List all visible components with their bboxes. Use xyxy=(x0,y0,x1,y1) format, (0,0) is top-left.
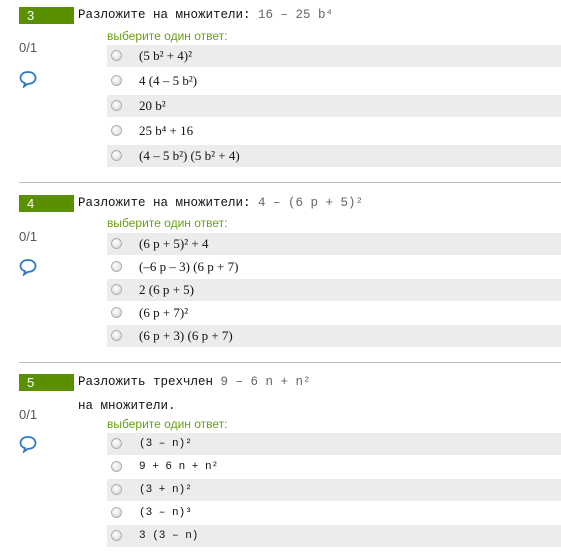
radio-button[interactable] xyxy=(111,438,122,449)
divider xyxy=(19,362,561,363)
question-expression: 4 – (6 p + 5)² xyxy=(258,196,364,210)
question-expression: 9 – 6 n + n² xyxy=(220,375,311,389)
option-label: 3 (3 – n) xyxy=(139,530,199,542)
radio-button[interactable] xyxy=(111,150,122,161)
option-label: 25 b⁴ + 16 xyxy=(139,123,194,138)
radio-button[interactable] xyxy=(111,530,122,541)
answer-option[interactable]: 3 (3 – n) xyxy=(107,525,561,547)
option-label: (–6 p – 3) (6 p + 7) xyxy=(139,259,239,274)
answer-option[interactable]: 20 b² xyxy=(107,95,561,117)
answer-prompt: выберите один ответ: xyxy=(107,417,228,431)
answer-option[interactable]: 9 + 6 n + n² xyxy=(107,456,561,478)
question-text: Разложить трехчлен 9 – 6 n + n² xyxy=(78,375,311,389)
question-text: Разложите на множители: 4 – (6 p + 5)² xyxy=(78,196,363,210)
question-text: Разложите на множители: 16 – 25 b⁴ xyxy=(78,8,333,22)
question-number: 4 xyxy=(19,195,74,212)
answer-option[interactable]: (–6 p – 3) (6 p + 7) xyxy=(107,256,561,278)
radio-button[interactable] xyxy=(111,100,122,111)
radio-button[interactable] xyxy=(111,238,122,249)
answer-option[interactable]: (6 p + 7)² xyxy=(107,302,561,324)
option-label: (4 – 5 b²) (5 b² + 4) xyxy=(139,148,240,163)
answer-option[interactable]: (6 p + 3) (6 p + 7) xyxy=(107,325,561,347)
option-label: (6 p + 3) (6 p + 7) xyxy=(139,328,233,343)
option-label: (6 p + 7)² xyxy=(139,305,189,320)
grade: 0/1 xyxy=(19,407,38,422)
option-label: 20 b² xyxy=(139,98,166,113)
answer-option[interactable]: 4 (4 – 5 b²) xyxy=(107,70,561,92)
radio-button[interactable] xyxy=(111,484,122,495)
radio-button[interactable] xyxy=(111,75,122,86)
speech-bubble-icon[interactable] xyxy=(19,435,37,453)
option-label: (6 p + 5)² + 4 xyxy=(139,236,209,251)
question-prefix: Разложите на множители: xyxy=(78,196,251,210)
question-number: 5 xyxy=(19,374,74,391)
radio-button[interactable] xyxy=(111,284,122,295)
option-label: (5 b² + 4)² xyxy=(139,48,193,63)
answer-option[interactable]: (4 – 5 b²) (5 b² + 4) xyxy=(107,145,561,167)
radio-button[interactable] xyxy=(111,261,122,272)
radio-button[interactable] xyxy=(111,507,122,518)
option-label: 4 (4 – 5 b²) xyxy=(139,73,198,88)
option-label: (3 – n)² xyxy=(139,438,192,450)
option-label: 2 (6 p + 5) xyxy=(139,282,194,297)
radio-button[interactable] xyxy=(111,330,122,341)
question-prefix: Разложить трехчлен xyxy=(78,375,214,389)
radio-button[interactable] xyxy=(111,50,122,61)
speech-bubble-icon[interactable] xyxy=(19,70,37,88)
question-prefix: Разложите на множители: xyxy=(78,8,251,22)
answer-prompt: выберите один ответ: xyxy=(107,216,228,230)
option-label: (3 – n)³ xyxy=(139,507,192,519)
grade: 0/1 xyxy=(19,229,38,244)
option-label: (3 + n)² xyxy=(139,484,192,496)
answer-prompt: выберите один ответ: xyxy=(107,29,228,43)
answer-option[interactable]: (5 b² + 4)² xyxy=(107,45,561,67)
question-text-line2: на множители. xyxy=(78,399,176,413)
radio-button[interactable] xyxy=(111,307,122,318)
speech-bubble-icon[interactable] xyxy=(19,258,37,276)
answer-option[interactable]: (6 p + 5)² + 4 xyxy=(107,233,561,255)
answer-option[interactable]: 2 (6 p + 5) xyxy=(107,279,561,301)
grade: 0/1 xyxy=(19,40,38,55)
question-number: 3 xyxy=(19,7,74,24)
radio-button[interactable] xyxy=(111,125,122,136)
divider xyxy=(19,182,561,183)
option-label: 9 + 6 n + n² xyxy=(139,461,219,473)
answer-option[interactable]: (3 – n)² xyxy=(107,433,561,455)
radio-button[interactable] xyxy=(111,461,122,472)
question-expression: 16 – 25 b⁴ xyxy=(258,8,334,22)
answer-option[interactable]: (3 + n)² xyxy=(107,479,561,501)
answer-option[interactable]: 25 b⁴ + 16 xyxy=(107,120,561,142)
answer-option[interactable]: (3 – n)³ xyxy=(107,502,561,524)
